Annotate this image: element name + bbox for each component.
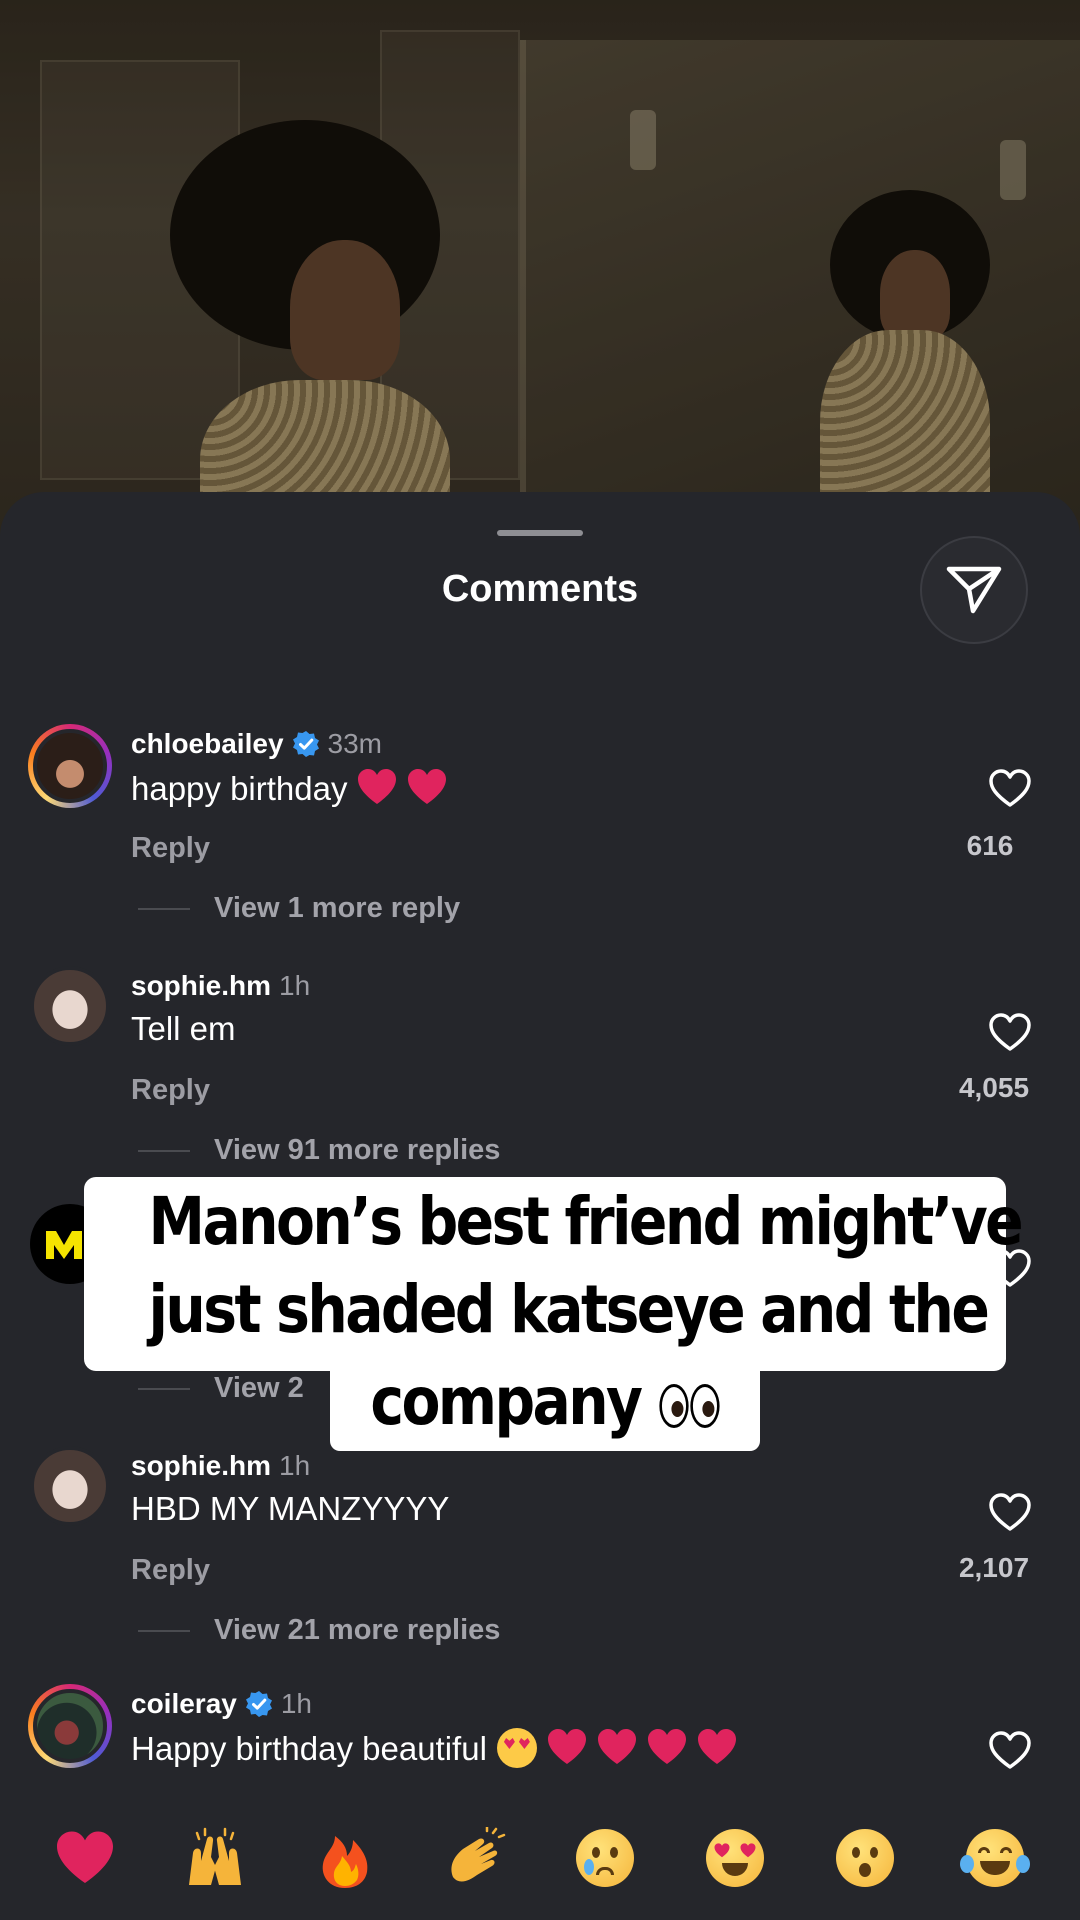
reaction-heart-eyes-face[interactable] [702, 1825, 768, 1891]
comment-text: happy birthday [131, 768, 447, 808]
view-more-replies-button[interactable]: View 1 more reply [138, 892, 460, 925]
red-heart-emoji-icon [647, 1729, 686, 1764]
comment-text: Happy birthday beautiful [131, 1728, 737, 1768]
comment-time: 1h [279, 1450, 311, 1481]
comment-meta: chloebailey 33m [131, 724, 382, 764]
like-count: 616 [966, 830, 1014, 861]
reaction-fire[interactable] [312, 1825, 378, 1891]
comment-username[interactable]: sophie.hm [131, 1450, 271, 1482]
avatar[interactable] [28, 1684, 112, 1768]
eyes-emoji-icon [659, 1384, 689, 1428]
avatar[interactable] [30, 966, 110, 1046]
crying-face-icon [576, 1829, 634, 1887]
comment-meta: sophie.hm 1h [131, 966, 310, 1006]
reply-button[interactable]: Reply [131, 832, 210, 865]
surprised-face-icon [836, 1829, 894, 1887]
reaction-raising-hands[interactable] [182, 1825, 248, 1891]
reaction-crying-face[interactable] [572, 1825, 638, 1891]
comment-meta: coileray 1h [131, 1684, 312, 1724]
clapping-hands-icon [451, 1827, 506, 1882]
like-heart-icon[interactable] [988, 1492, 1032, 1532]
comment-time: 1h [280, 1688, 313, 1719]
reaction-clapping-hands[interactable] [442, 1825, 508, 1891]
video-dim-overlay [0, 0, 1080, 540]
comment-item: sophie.hm 1h HBD MY MANZYYYY Reply 2,107… [0, 1446, 1080, 1676]
tears-of-joy-face-icon [960, 1829, 1030, 1887]
quick-reaction-bar [0, 1796, 1080, 1920]
like-heart-icon[interactable] [988, 768, 1032, 808]
verified-badge-icon [292, 731, 319, 757]
red-heart-emoji-icon [597, 1729, 636, 1764]
heart-eyes-face-icon [706, 1829, 764, 1887]
reply-button[interactable]: Reply [131, 1074, 210, 1107]
red-heart-icon [57, 1831, 113, 1884]
comment-username[interactable]: coileray [131, 1688, 237, 1720]
eyes-emoji-icon [690, 1384, 720, 1428]
sheet-drag-handle[interactable] [497, 530, 583, 536]
red-heart-emoji-icon [358, 769, 397, 804]
comment-item: chloebailey 33m happy birthday Reply 616… [0, 724, 1080, 954]
video-frame[interactable] [0, 0, 1080, 540]
view-more-replies-button[interactable]: View 21 more replies [138, 1614, 500, 1647]
comment-meta: sophie.hm 1h [131, 1446, 310, 1486]
comment-username[interactable]: chloebailey [131, 728, 284, 760]
red-heart-emoji-icon [408, 769, 447, 804]
headline-line-3: company [149, 1363, 942, 1440]
comment-text: Tell em [131, 1010, 236, 1047]
comment-time: 33m [327, 728, 382, 759]
red-heart-emoji-icon [547, 1729, 586, 1764]
comment-username[interactable]: sophie.hm [131, 970, 271, 1002]
reaction-surprised-face[interactable] [832, 1825, 898, 1891]
heart-eyes-emoji-icon [496, 1728, 537, 1768]
verified-badge-icon [245, 1691, 272, 1717]
red-heart-emoji-icon [697, 1729, 736, 1764]
like-count: 4,055 [958, 1072, 1030, 1103]
reply-button[interactable]: Reply [131, 1554, 210, 1587]
fire-icon [322, 1836, 368, 1888]
raising-hands-icon [189, 1827, 241, 1885]
headline-line-1: Manon’s best friend might’ve [148, 1183, 1024, 1260]
avatar[interactable] [30, 1446, 110, 1526]
reaction-tears-of-joy-face[interactable] [960, 1825, 1030, 1891]
sheet-title: Comments [441, 568, 639, 610]
comment-item: sophie.hm 1h Tell em Reply 4,055 View 91… [0, 966, 1080, 1196]
like-heart-icon[interactable] [988, 1012, 1032, 1052]
like-heart-icon[interactable] [988, 1730, 1032, 1770]
view-more-replies-button[interactable]: View 91 more replies [138, 1134, 500, 1167]
share-button[interactable] [920, 536, 1028, 644]
comment-time: 1h [279, 970, 311, 1001]
reaction-red-heart[interactable] [52, 1825, 118, 1891]
like-count: 2,107 [958, 1552, 1030, 1583]
avatar[interactable] [28, 724, 112, 808]
paper-plane-icon [946, 566, 1002, 614]
headline-line-2: just shaded katseye and the [148, 1271, 990, 1348]
comment-text: HBD MY MANZYYYY [131, 1490, 450, 1527]
